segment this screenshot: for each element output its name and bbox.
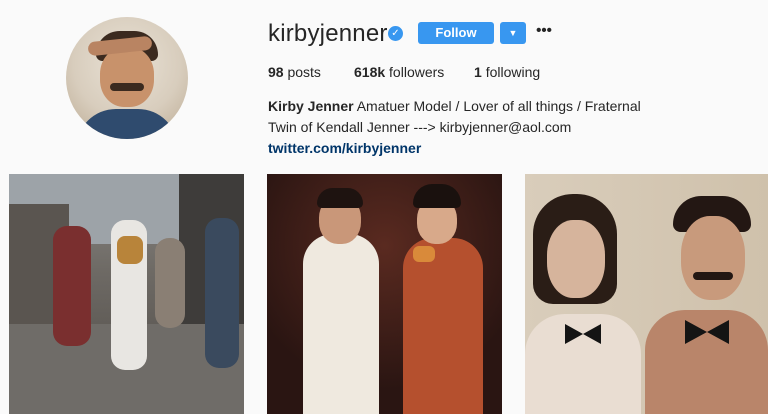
bio-link[interactable]: twitter.com/kirbyjenner — [268, 140, 421, 156]
followers-stat[interactable]: 618k followers — [354, 64, 444, 80]
posts-stat: 98 posts — [268, 64, 321, 80]
posts-label: posts — [287, 64, 321, 80]
hair-right — [413, 184, 461, 208]
person-2-top — [117, 236, 143, 264]
pizza-slice — [413, 246, 435, 262]
chevron-down-icon[interactable]: ▼ — [500, 22, 526, 44]
posts-count: 98 — [268, 64, 284, 80]
mustache — [693, 272, 733, 280]
white-suit — [303, 234, 379, 414]
avatar-mustache — [110, 83, 144, 91]
bio-name: Kirby Jenner — [268, 98, 354, 114]
following-stat[interactable]: 1 following — [474, 64, 540, 80]
plaid-shirt — [645, 310, 768, 414]
followers-count: 618k — [354, 64, 386, 80]
person-3 — [205, 218, 239, 368]
post-thumbnail-1[interactable] — [9, 174, 244, 414]
profile-bio: Kirby Jenner Amatuer Model / Lover of al… — [268, 96, 648, 159]
following-label: following — [485, 64, 541, 80]
verified-badge-icon: ✓ — [388, 26, 403, 41]
blouse — [525, 314, 641, 414]
hair-left — [317, 188, 363, 208]
profile-username: kirbyjenner — [268, 20, 388, 47]
avatar-shirt — [76, 109, 178, 139]
following-count: 1 — [474, 64, 482, 80]
orange-dress — [403, 238, 483, 414]
post-thumbnail-3[interactable] — [525, 174, 768, 414]
followers-label: followers — [389, 64, 445, 80]
more-options-icon[interactable]: ••• — [536, 22, 552, 44]
person-4 — [155, 238, 185, 328]
profile-avatar[interactable] — [66, 17, 188, 139]
follow-button[interactable]: Follow — [418, 22, 494, 44]
person-1 — [53, 226, 91, 346]
face-left — [547, 220, 605, 298]
avatar-face — [100, 47, 154, 107]
face-right — [681, 216, 745, 300]
post-thumbnail-2[interactable] — [267, 174, 502, 414]
